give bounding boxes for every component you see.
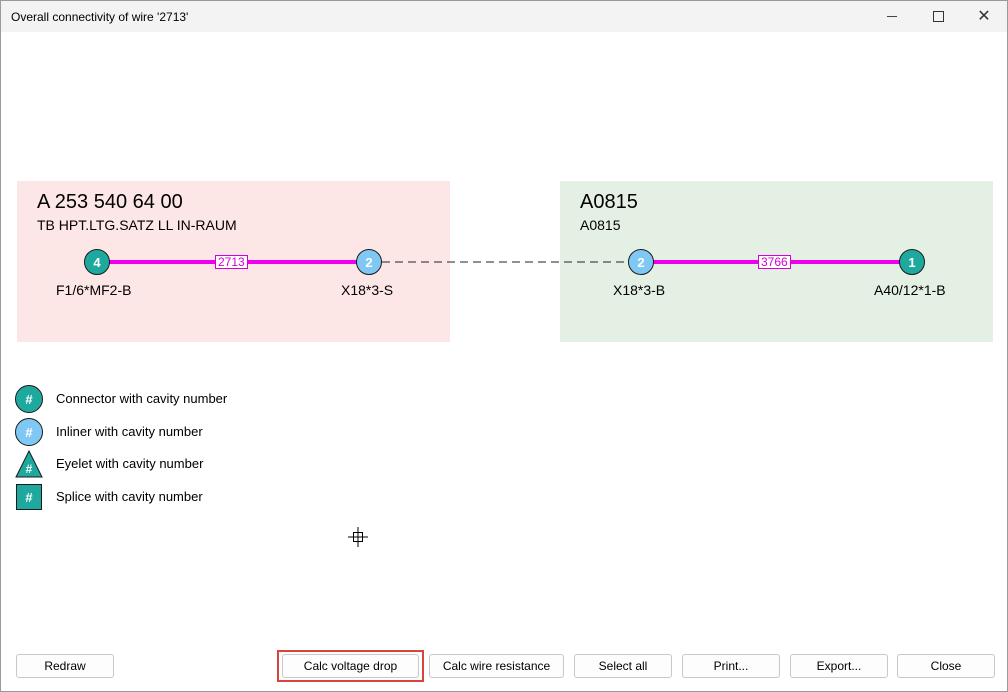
title-bar[interactable]: Overall connectivity of wire '2713' ✕ — [1, 1, 1007, 32]
export-button[interactable]: Export... — [790, 654, 888, 678]
inliner-icon: # — [15, 418, 43, 446]
legend-label: Connector with cavity number — [56, 391, 228, 406]
connector-node[interactable]: 4 — [84, 249, 110, 275]
close-icon: ✕ — [977, 7, 991, 25]
wire-layer — [97, 260, 912, 264]
wire-label-left[interactable]: 2713 — [215, 255, 248, 269]
eyelet-symbol: # — [26, 462, 33, 476]
eyelet-icon: # — [15, 450, 43, 478]
window-title: Overall connectivity of wire '2713' — [11, 10, 189, 24]
crosshair-cursor-icon — [348, 527, 368, 547]
connectivity-dialog: Overall connectivity of wire '2713' ✕ A … — [0, 0, 1008, 692]
wire-label-right[interactable]: 3766 — [758, 255, 791, 269]
minimize-button[interactable] — [869, 1, 915, 32]
diagram-canvas[interactable]: A 253 540 64 00 TB HPT.LTG.SATZ LL IN-RA… — [1, 32, 1007, 691]
node-label: A40/12*1-B — [874, 282, 946, 298]
print-button[interactable]: Print... — [682, 654, 780, 678]
minimize-icon — [887, 16, 897, 17]
node-label: X18*3-B — [613, 282, 666, 298]
calc-voltage-drop-button[interactable]: Calc voltage drop — [282, 654, 419, 678]
select-all-button[interactable]: Select all — [574, 654, 672, 678]
splice-icon: # — [16, 484, 42, 510]
node-label: X18*3-S — [341, 282, 394, 298]
legend-label: Inliner with cavity number — [56, 424, 203, 439]
calc-wire-resistance-button[interactable]: Calc wire resistance — [429, 654, 564, 678]
inliner-node[interactable]: 2 — [356, 249, 382, 275]
connector-node[interactable]: 1 — [899, 249, 925, 275]
legend-label: Splice with cavity number — [56, 489, 203, 504]
legend-label: Eyelet with cavity number — [56, 456, 204, 471]
legend-item-splice: # Splice with cavity number — [15, 483, 275, 511]
connector-icon: # — [15, 385, 43, 413]
legend-item-connector: # Connector with cavity number — [15, 385, 275, 413]
maximize-icon — [932, 11, 944, 22]
close-button[interactable]: Close — [897, 654, 995, 678]
maximize-button[interactable] — [915, 1, 961, 32]
close-window-button[interactable]: ✕ — [961, 1, 1007, 32]
redraw-button[interactable]: Redraw — [16, 654, 114, 678]
inliner-node[interactable]: 2 — [628, 249, 654, 275]
legend-item-eyelet: # Eyelet with cavity number — [15, 450, 275, 478]
node-label: F1/6*MF2-B — [56, 282, 132, 298]
legend-item-inliner: # Inliner with cavity number — [15, 418, 275, 446]
